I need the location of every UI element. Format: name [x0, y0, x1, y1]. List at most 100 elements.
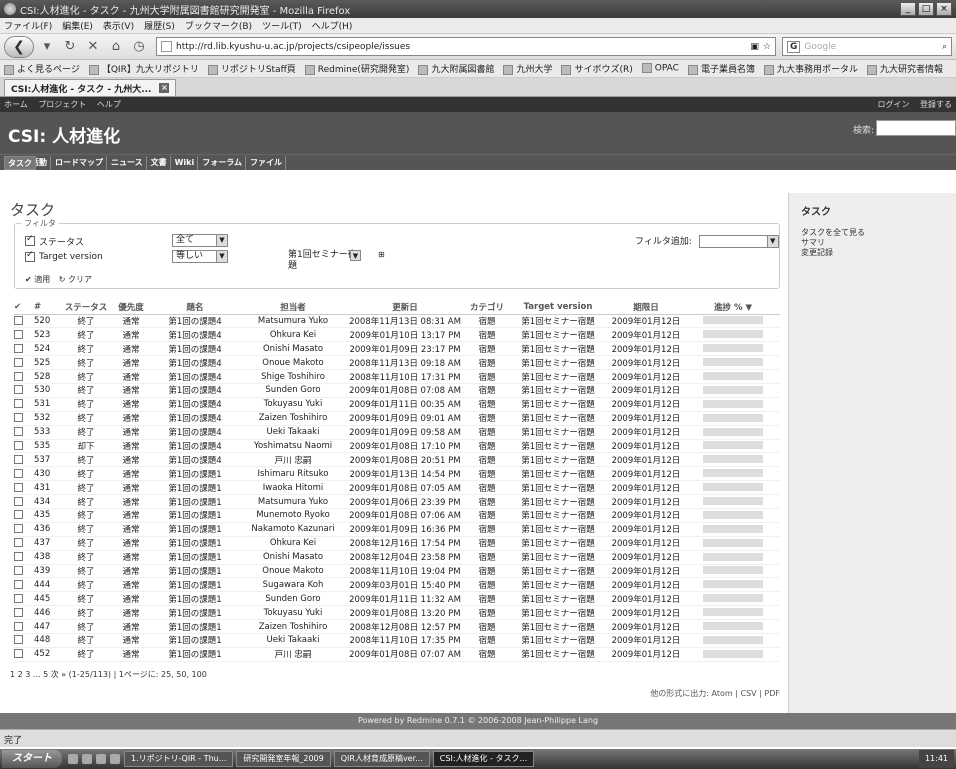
search-box[interactable]: G Google ⌕	[782, 37, 952, 56]
issue-subject[interactable]: 第1回の課題1	[150, 480, 240, 496]
table-row[interactable]: 537 終了 通常 第1回の課題4 戸川 忠嗣 2009年01月08日 20:51 PM 宿…	[14, 452, 780, 468]
row-checkbox[interactable]	[14, 649, 23, 659]
issue-subject[interactable]: 第1回の課題1	[150, 508, 240, 523]
column-header[interactable]: 更新日	[346, 300, 464, 315]
table-row[interactable]: 531 終了 通常 第1回の課題4 Tokuyasu Yuki 2009年01月11日 0…	[14, 397, 780, 412]
table-row[interactable]: 535 却下 通常 第1回の課題4 Yoshimatsu Naomi 2009年01月08…	[14, 439, 780, 454]
issue-subject[interactable]: 第1回の課題1	[150, 605, 240, 621]
maximize-button[interactable]: □	[918, 2, 934, 16]
row-checkbox[interactable]	[14, 427, 23, 437]
table-row[interactable]: 448 終了 通常 第1回の課題1 Ueki Takaaki 2008年11月10日 17…	[14, 633, 780, 648]
history-icon[interactable]: ◷	[129, 37, 149, 57]
bookmark-item[interactable]: 【QIR】九大リポジトリ	[88, 62, 199, 75]
row-checkbox[interactable]	[14, 399, 23, 409]
table-row[interactable]: 525 終了 通常 第1回の課題4 Onoue Makoto 2008年11月13日 09…	[14, 355, 780, 371]
table-row[interactable]: 438 終了 通常 第1回の課題1 Onishi Masato 2008年12月04日 2…	[14, 550, 780, 565]
taskbar-item[interactable]: QIR人材育成原稿ver...	[333, 751, 430, 767]
menu-file[interactable]: ファイル(F)	[4, 19, 52, 32]
table-row[interactable]: 430 終了 通常 第1回の課題1 Ishimaru Ritsuko 2009年01月13…	[14, 466, 780, 482]
bookmark-item[interactable]: 九大研究者情報	[867, 62, 943, 75]
column-header[interactable]: 優先度	[112, 300, 150, 315]
issue-id[interactable]: 438	[34, 550, 60, 565]
column-header[interactable]: 期限日	[606, 300, 686, 315]
issue-subject[interactable]: 第1回の課題4	[150, 425, 240, 440]
issue-subject[interactable]: 第1回の課題1	[150, 647, 240, 662]
column-header[interactable]: カテゴリ	[464, 300, 510, 315]
table-row[interactable]: 447 終了 通常 第1回の課題1 Zaizen Toshihiro 2008年12月08…	[14, 619, 780, 634]
stop-icon[interactable]: ✕	[83, 37, 103, 57]
column-header[interactable]: 題名	[150, 300, 240, 315]
row-checkbox[interactable]	[14, 329, 23, 339]
top-home-link[interactable]: ホーム	[4, 100, 28, 109]
url-bar[interactable]: http://rd.lib.kyushu-u.ac.jp/projects/cs…	[156, 37, 776, 56]
issue-id[interactable]: 446	[34, 605, 60, 621]
top-projects-link[interactable]: プロジェクト	[38, 100, 86, 109]
back-button[interactable]: ❮	[4, 35, 34, 58]
issue-id[interactable]: 435	[34, 508, 60, 523]
tab-forums[interactable]: フォーラム	[199, 155, 247, 170]
issue-id[interactable]: 434	[34, 494, 60, 509]
column-header[interactable]: Target version	[510, 300, 606, 315]
row-checkbox[interactable]	[14, 607, 23, 617]
issue-subject[interactable]: 第1回の課題1	[150, 591, 240, 607]
tab-files[interactable]: ファイル	[247, 155, 287, 170]
status-filter-checkbox[interactable]	[25, 234, 35, 246]
row-checkbox[interactable]	[14, 524, 23, 534]
table-row[interactable]: 533 終了 通常 第1回の課題4 Ueki Takaaki 2009年01月09日 09…	[14, 425, 780, 440]
start-button[interactable]: スタート	[2, 750, 62, 768]
issue-subject[interactable]: 第1回の課題1	[150, 494, 240, 509]
tab-issues[interactable]: タスク	[4, 155, 36, 170]
tab-close-icon[interactable]: ×	[159, 83, 170, 93]
taskbar-item[interactable]: CSI:人材進化 - タスク...	[432, 751, 535, 767]
table-row[interactable]: 437 終了 通常 第1回の課題1 Ohkura Kei 2008年12月16日 17:5…	[14, 536, 780, 551]
table-row[interactable]: 532 終了 通常 第1回の課題4 Zaizen Toshihiro 2009年01月09…	[14, 411, 780, 426]
apply-link[interactable]: ✔ 適用	[25, 275, 50, 284]
menu-history[interactable]: 履歴(S)	[144, 19, 175, 32]
google-engine-icon[interactable]: G	[787, 40, 801, 53]
toggle-multiselect-icon[interactable]: ⊞	[378, 251, 386, 259]
row-checkbox[interactable]	[14, 440, 23, 450]
sidebar-link-changelog[interactable]: 変更記録	[801, 248, 944, 258]
register-link[interactable]: 登録する	[920, 100, 952, 109]
table-row[interactable]: 524 終了 通常 第1回の課題4 Onishi Masato 2009年01月09日 2…	[14, 341, 780, 357]
issue-subject[interactable]: 第1回の課題4	[150, 355, 240, 371]
tab-news[interactable]: ニュース	[108, 155, 147, 170]
quicklaunch-icon[interactable]	[110, 754, 120, 764]
version-filter-checkbox[interactable]	[25, 250, 35, 262]
column-header[interactable]: #	[34, 300, 60, 315]
rss-icon[interactable]: ▣	[750, 42, 759, 52]
table-row[interactable]: 435 終了 通常 第1回の課題1 Munemoto Ryoko 2009年01月08日 …	[14, 508, 780, 523]
table-row[interactable]: 434 終了 通常 第1回の課題1 Matsumura Yuko 2009年01月06日 …	[14, 494, 780, 509]
issue-subject[interactable]: 第1回の課題1	[150, 619, 240, 634]
issue-subject[interactable]: 第1回の課題1	[150, 550, 240, 565]
table-row[interactable]: 431 終了 通常 第1回の課題1 Iwaoka Hitomi 2009年01月08日 0…	[14, 480, 780, 496]
issue-id[interactable]: 528	[34, 369, 60, 384]
issue-id[interactable]: 524	[34, 341, 60, 357]
version-value-select[interactable]: 第1回セミナー宿題 ▼	[285, 250, 361, 271]
taskbar-item[interactable]: 1.リポジトリ-QIR - Thu...	[124, 751, 234, 767]
table-row[interactable]: 452 終了 通常 第1回の課題1 戸川 忠嗣 2009年01月08日 07:07 AM 宿…	[14, 647, 780, 662]
issue-id[interactable]: 523	[34, 327, 60, 343]
issue-id[interactable]: 430	[34, 466, 60, 482]
status-operator-select[interactable]: 全て ▼	[172, 234, 228, 247]
minimize-button[interactable]: _	[900, 2, 916, 16]
issue-subject[interactable]: 第1回の課題1	[150, 536, 240, 551]
quicklaunch-icon[interactable]	[68, 754, 78, 764]
issue-subject[interactable]: 第1回の課題4	[150, 369, 240, 384]
issue-id[interactable]: 532	[34, 411, 60, 426]
add-filter-select[interactable]: ▼	[698, 235, 779, 248]
bookmark-item[interactable]: サイボウズ(R)	[561, 62, 633, 75]
table-row[interactable]: 528 終了 通常 第1回の課題4 Shige Toshihiro 2008年11月10日…	[14, 369, 780, 384]
version-operator-select[interactable]: 等しい ▼	[172, 250, 228, 263]
issue-id[interactable]: 537	[34, 452, 60, 468]
export-links[interactable]: 他の形式に出力: Atom | CSV | PDF	[650, 688, 780, 699]
issue-subject[interactable]: 第1回の課題4	[150, 411, 240, 426]
issue-subject[interactable]: 第1回の課題1	[150, 633, 240, 648]
issue-id[interactable]: 431	[34, 480, 60, 496]
search-icon[interactable]: ⌕	[942, 42, 947, 52]
browser-tab[interactable]: CSI:人材進化 - タスク - 九州大... ×	[4, 79, 177, 96]
issue-subject[interactable]: 第1回の課題4	[150, 383, 240, 398]
pagination[interactable]: 1 2 3 ... 5 次 » (1-25/113) | 1ページに: 25, …	[10, 669, 207, 680]
bookmark-item[interactable]: リポジトリStaff頁	[207, 62, 296, 75]
table-row[interactable]: 436 終了 通常 第1回の課題1 Nakamoto Kazunari 2009年01月0…	[14, 522, 780, 537]
